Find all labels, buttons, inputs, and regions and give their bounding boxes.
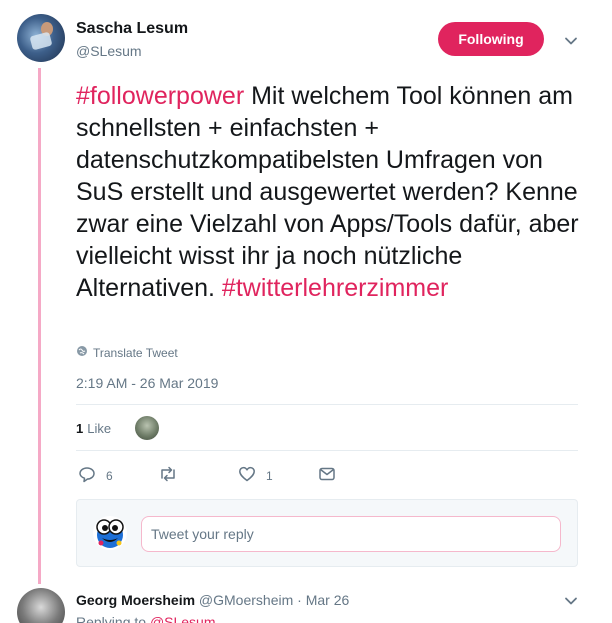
likes-count: 1	[76, 421, 84, 436]
author-handle[interactable]: @SLesum	[76, 43, 142, 59]
replying-handle-link[interactable]: @SLesum	[150, 614, 216, 623]
reply-date[interactable]: Mar 26	[306, 592, 350, 608]
hashtag-link[interactable]: #followerpower	[76, 82, 244, 110]
retweet-icon	[158, 465, 178, 486]
avatar-tablet	[29, 31, 53, 51]
reply-composer	[76, 499, 578, 567]
like-action[interactable]: 1	[238, 465, 273, 486]
like-count: 1	[266, 468, 273, 483]
tweet-body: Mit welchem Tool können am schnellsten +…	[76, 82, 579, 302]
replying-prefix: Replying to	[76, 614, 150, 623]
replier-avatar[interactable]	[17, 588, 65, 623]
reply-author-handle[interactable]: @GMoersheim	[199, 592, 293, 608]
reply-author-name[interactable]: Georg Moersheim	[76, 592, 195, 608]
author-avatar[interactable]	[17, 14, 65, 62]
mail-icon	[318, 465, 336, 486]
reply-action[interactable]: 6	[78, 465, 113, 486]
chevron-down-icon[interactable]	[564, 594, 578, 608]
divider	[76, 404, 578, 405]
current-user-avatar	[93, 516, 127, 550]
retweet-action[interactable]	[158, 465, 188, 486]
hashtag-link[interactable]: #twitterlehrerzimmer	[222, 274, 448, 302]
divider	[76, 450, 578, 451]
reply-count: 6	[106, 468, 113, 483]
tweet-text: #followerpower Mit welchem Tool können a…	[76, 80, 596, 304]
chevron-down-icon[interactable]	[564, 34, 578, 48]
translate-tweet-link[interactable]: Translate Tweet	[76, 345, 178, 360]
replying-to-line: Replying to @SLesum	[76, 614, 216, 623]
author-display-name[interactable]: Sascha Lesum	[76, 20, 188, 38]
translate-label: Translate Tweet	[93, 345, 178, 360]
reply-author-line: Georg Moersheim @GMoersheim · Mar 26	[76, 592, 349, 608]
heart-icon	[238, 465, 256, 486]
liker-avatar[interactable]	[135, 416, 159, 440]
likes-stat[interactable]: 1 Like	[76, 421, 111, 436]
likes-label: Like	[87, 421, 112, 436]
following-button[interactable]: Following	[438, 22, 544, 56]
reply-input[interactable]	[141, 516, 561, 552]
thread-line	[38, 68, 41, 584]
separator: ·	[293, 592, 306, 608]
globe-icon	[76, 345, 88, 360]
tweet-timestamp[interactable]: 2:19 AM - 26 Mar 2019	[76, 375, 218, 391]
direct-message-action[interactable]	[318, 465, 336, 486]
reply-icon	[78, 465, 96, 486]
